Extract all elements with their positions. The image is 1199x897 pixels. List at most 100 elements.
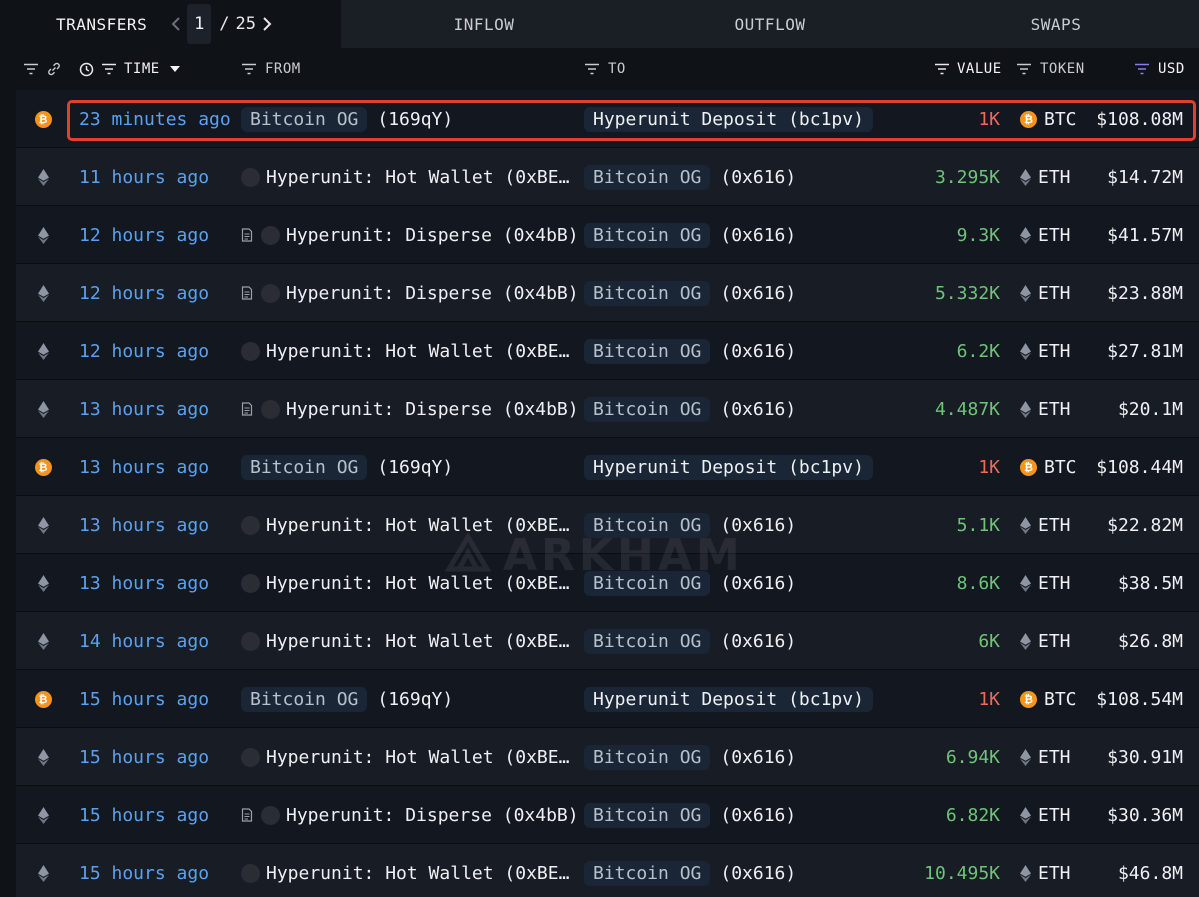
token-column-header[interactable]: TOKEN <box>1016 48 1085 90</box>
token-cell[interactable]: ₿ BTC <box>1020 90 1077 148</box>
token-cell[interactable]: ETH <box>1020 554 1071 612</box>
to-entity-tag[interactable]: Bitcoin OG <box>584 570 711 596</box>
transfer-time[interactable]: 14 hours ago <box>79 612 209 670</box>
token-cell[interactable]: ETH <box>1020 264 1071 322</box>
to-address[interactable]: (0x616) <box>720 863 796 884</box>
from-address[interactable]: Hyperunit: Hot Wallet (0xBE… <box>266 341 569 362</box>
from-address[interactable]: Hyperunit: Hot Wallet (0xBE… <box>266 167 569 188</box>
to-entity-tag[interactable]: Bitcoin OG <box>584 338 711 364</box>
transfer-time[interactable]: 13 hours ago <box>79 438 209 496</box>
transfer-time[interactable]: 12 hours ago <box>79 206 209 264</box>
transfer-time[interactable]: 13 hours ago <box>79 554 209 612</box>
token-cell[interactable]: ₿ BTC <box>1020 670 1077 728</box>
transfer-time[interactable]: 15 hours ago <box>79 670 209 728</box>
table-row[interactable]: ₿ 15 hours ago Bitcoin OG (169qY) Hyperunit … <box>16 670 1199 728</box>
to-address[interactable]: (0x616) <box>720 225 796 246</box>
tab-swaps[interactable]: SWAPS <box>913 0 1199 48</box>
token-cell[interactable]: ETH <box>1020 612 1071 670</box>
transfer-time[interactable]: 13 hours ago <box>79 380 209 438</box>
from-address[interactable]: Hyperunit: Hot Wallet (0xBE… <box>266 631 569 652</box>
table-row[interactable]: 13 hours ago Hyperunit: Hot Wallet (0xBE…… <box>16 554 1199 612</box>
transfer-time[interactable]: 23 minutes ago <box>79 90 231 148</box>
token-cell[interactable]: ETH <box>1020 148 1071 206</box>
value-column-header[interactable]: VALUE <box>934 48 1002 90</box>
token-cell[interactable]: ETH <box>1020 322 1071 380</box>
to-entity-tag[interactable]: Bitcoin OG <box>584 396 711 422</box>
to-address[interactable]: (0x616) <box>720 399 796 420</box>
table-row[interactable]: 14 hours ago Hyperunit: Hot Wallet (0xBE…… <box>16 612 1199 670</box>
ethereum-icon <box>37 342 49 360</box>
from-column-header[interactable]: FROM <box>241 48 301 90</box>
to-entity-tag[interactable]: Bitcoin OG <box>584 860 711 886</box>
to-entity-tag[interactable]: Bitcoin OG <box>584 512 711 538</box>
from-address[interactable]: (169qY) <box>377 109 453 130</box>
from-entity-tag[interactable]: Bitcoin OG <box>241 686 368 712</box>
table-row[interactable]: 13 hours ago Hyperunit: Hot Wallet (0xBE…… <box>16 496 1199 554</box>
transfer-time[interactable]: 12 hours ago <box>79 322 209 380</box>
to-address[interactable]: Hyperunit Deposit (bc1pv) <box>584 686 873 712</box>
token-cell[interactable]: ETH <box>1020 496 1071 554</box>
to-entity-tag[interactable]: Bitcoin OG <box>584 744 711 770</box>
from-address[interactable]: Hyperunit: Hot Wallet (0xBE… <box>266 863 569 884</box>
transfer-time[interactable]: 15 hours ago <box>79 728 209 786</box>
to-entity-tag[interactable]: Bitcoin OG <box>584 164 711 190</box>
to-address[interactable]: (0x616) <box>720 167 796 188</box>
transfer-time[interactable]: 15 hours ago <box>79 786 209 844</box>
to-address[interactable]: (0x616) <box>720 631 796 652</box>
page-number[interactable]: 1 <box>187 4 212 44</box>
table-row[interactable]: ₿ 13 hours ago Bitcoin OG (169qY) Hyperunit … <box>16 438 1199 496</box>
from-address[interactable]: Hyperunit: Hot Wallet (0xBE… <box>266 573 569 594</box>
from-address[interactable]: (169qY) <box>377 689 453 710</box>
to-address[interactable]: Hyperunit Deposit (bc1pv) <box>584 454 873 480</box>
to-entity-tag[interactable]: Bitcoin OG <box>584 802 711 828</box>
to-address[interactable]: (0x616) <box>720 747 796 768</box>
table-row[interactable]: 15 hours ago Hyperunit: Disperse (0x4bB) B… <box>16 786 1199 844</box>
filter-icon[interactable] <box>23 48 39 90</box>
to-address[interactable]: (0x616) <box>720 341 796 362</box>
token-cell[interactable]: ETH <box>1020 380 1071 438</box>
chevron-right-icon[interactable] <box>260 14 274 34</box>
to-entity-tag[interactable]: Bitcoin OG <box>584 222 711 248</box>
table-row[interactable]: 15 hours ago Hyperunit: Hot Wallet (0xBE…… <box>16 728 1199 786</box>
from-address[interactable]: Hyperunit: Hot Wallet (0xBE… <box>266 515 569 536</box>
tab-transfers[interactable]: TRANSFERS 1 / 25 <box>0 0 341 48</box>
token-cell[interactable]: ETH <box>1020 206 1071 264</box>
to-address[interactable]: (0x616) <box>720 573 796 594</box>
chevron-left-icon[interactable] <box>169 14 183 34</box>
usd-column-header[interactable]: USD <box>1134 48 1185 90</box>
time-column-header[interactable]: TIME <box>79 48 180 90</box>
transfer-time[interactable]: 11 hours ago <box>79 148 209 206</box>
tab-outflow[interactable]: OUTFLOW <box>627 0 913 48</box>
from-entity-tag[interactable]: Bitcoin OG <box>241 454 368 480</box>
from-address[interactable]: Hyperunit: Disperse (0x4bB) <box>286 283 579 304</box>
from-address[interactable]: Hyperunit: Disperse (0x4bB) <box>286 225 579 246</box>
to-address[interactable]: (0x616) <box>720 515 796 536</box>
transfer-time[interactable]: 12 hours ago <box>79 264 209 322</box>
table-row[interactable]: ₿ 23 minutes ago Bitcoin OG (169qY) Hyperuni… <box>16 90 1199 148</box>
token-cell[interactable]: ETH <box>1020 728 1071 786</box>
from-address[interactable]: Hyperunit: Disperse (0x4bB) <box>286 805 579 826</box>
table-row[interactable]: 12 hours ago Hyperunit: Disperse (0x4bB) B… <box>16 206 1199 264</box>
token-cell[interactable]: ETH <box>1020 844 1071 897</box>
token-cell[interactable]: ETH <box>1020 786 1071 844</box>
from-address[interactable]: (169qY) <box>377 457 453 478</box>
table-row[interactable]: 12 hours ago Hyperunit: Disperse (0x4bB) B… <box>16 264 1199 322</box>
to-entity-tag[interactable]: Bitcoin OG <box>584 280 711 306</box>
link-icon[interactable] <box>46 48 62 90</box>
to-address[interactable]: Hyperunit Deposit (bc1pv) <box>584 106 873 132</box>
from-address[interactable]: Hyperunit: Hot Wallet (0xBE… <box>266 747 569 768</box>
transfer-time[interactable]: 13 hours ago <box>79 496 209 554</box>
table-row[interactable]: 11 hours ago Hyperunit: Hot Wallet (0xBE…… <box>16 148 1199 206</box>
table-row[interactable]: 13 hours ago Hyperunit: Disperse (0x4bB) B… <box>16 380 1199 438</box>
tab-inflow[interactable]: INFLOW <box>341 0 627 48</box>
to-entity-tag[interactable]: Bitcoin OG <box>584 628 711 654</box>
token-cell[interactable]: ₿ BTC <box>1020 438 1077 496</box>
from-entity-tag[interactable]: Bitcoin OG <box>241 106 368 132</box>
to-column-header[interactable]: TO <box>584 48 626 90</box>
from-address[interactable]: Hyperunit: Disperse (0x4bB) <box>286 399 579 420</box>
table-row[interactable]: 12 hours ago Hyperunit: Hot Wallet (0xBE…… <box>16 322 1199 380</box>
table-row[interactable]: 15 hours ago Hyperunit: Hot Wallet (0xBE…… <box>16 844 1199 897</box>
to-address[interactable]: (0x616) <box>720 283 796 304</box>
transfer-time[interactable]: 15 hours ago <box>79 844 209 897</box>
to-address[interactable]: (0x616) <box>720 805 796 826</box>
